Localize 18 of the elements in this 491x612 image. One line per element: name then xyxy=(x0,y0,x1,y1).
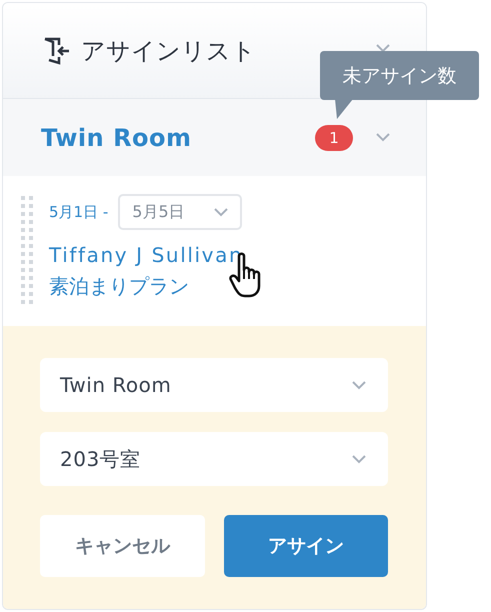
chevron-down-icon[interactable] xyxy=(214,208,228,216)
chevron-down-icon[interactable] xyxy=(352,454,366,464)
chevron-down-icon[interactable] xyxy=(376,44,390,53)
cancel-button[interactable]: キャンセル xyxy=(40,515,204,577)
select-field[interactable]: Twin Room xyxy=(40,358,388,412)
guest-name-link[interactable]: Tiffany J Sullivan xyxy=(49,243,244,267)
room-type-title[interactable]: Twin Room xyxy=(41,124,315,152)
chevron-down-icon[interactable] xyxy=(376,133,390,142)
tooltip-pointer-icon xyxy=(335,99,353,119)
panel-title: アサインリスト xyxy=(81,36,257,66)
start-date: 5月1日 - xyxy=(49,202,108,222)
assign-button[interactable]: アサイン xyxy=(224,515,388,577)
door-enter-icon xyxy=(43,36,71,64)
unassigned-count-badge: 1 xyxy=(315,124,353,150)
end-date-select[interactable]: 5月5日 xyxy=(118,194,242,230)
chevron-down-icon[interactable] xyxy=(352,380,366,390)
tooltip: 未アサイン数 xyxy=(320,51,479,100)
select-field[interactable]: 203号室 xyxy=(40,432,388,486)
